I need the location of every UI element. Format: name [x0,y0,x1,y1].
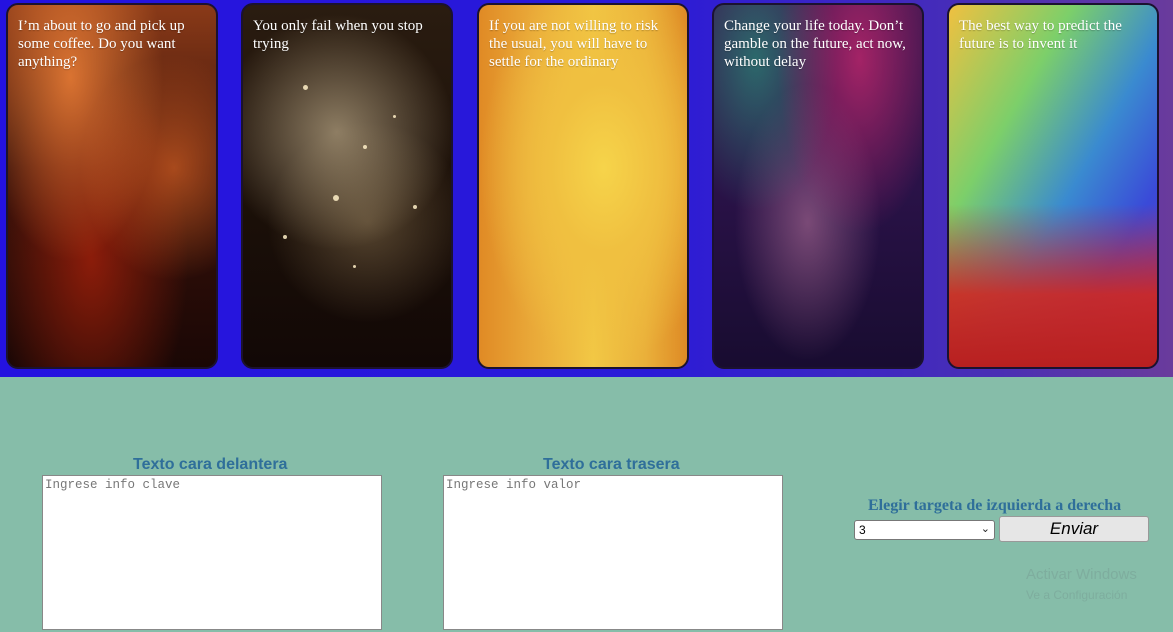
cards-strip: I’m about to go and pick up some coffee.… [0,0,1173,377]
back-text-title: Texto cara trasera [543,456,680,473]
card-5[interactable]: The best way to predict the future is to… [947,3,1159,369]
chevron-down-icon: ⌄ [980,523,990,535]
card-3-text: If you are not willing to risk the usual… [489,18,659,70]
submit-button[interactable]: Enviar [999,516,1149,542]
card-2-text: You only fail when you stop trying [253,18,423,52]
card-select-label: Elegir targeta de izquierda a derecha [868,497,1122,514]
card-1[interactable]: I’m about to go and pick up some coffee.… [6,3,218,369]
front-text-input[interactable] [42,475,382,630]
card-4[interactable]: Change your life today. Don’t gamble on … [712,3,924,369]
watermark-line-1: Activar Windows [1026,566,1137,583]
card-4-text: Change your life today. Don’t gamble on … [724,18,906,70]
card-select-value: 3 [859,523,866,537]
watermark-line-2: Ve a Configuración [1026,588,1128,602]
back-text-input[interactable] [443,475,783,630]
card-3[interactable]: If you are not willing to risk the usual… [477,3,689,369]
front-text-title: Texto cara delantera [133,456,288,473]
card-1-text: I’m about to go and pick up some coffee.… [18,18,185,70]
card-select[interactable]: 3 ⌄ [854,520,995,540]
card-2[interactable]: You only fail when you stop trying [241,3,453,369]
windows-watermark: Activar Windows Ve a Configuración [1026,566,1137,602]
card-5-text: The best way to predict the future is to… [959,18,1122,52]
